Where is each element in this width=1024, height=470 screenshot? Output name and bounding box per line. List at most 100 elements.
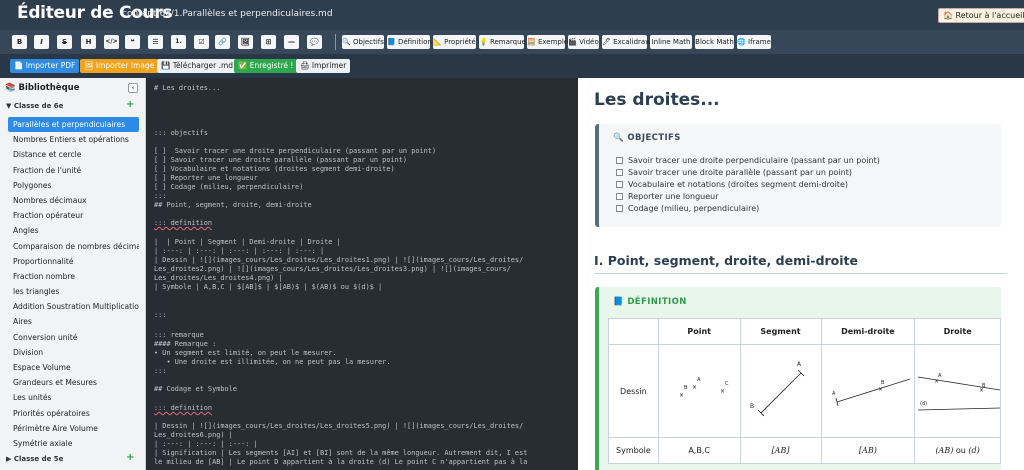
- class-5e-header[interactable]: ▶ Classe de 5e: [6, 455, 63, 463]
- fig-label: A: [697, 377, 701, 383]
- objective-item: Savoir tracer une droite perpendiculaire…: [616, 156, 880, 165]
- editor-line: ## Codage et Symbole: [154, 385, 237, 393]
- editor-line: #### Remarque :: [154, 340, 217, 348]
- fig-label: B: [982, 383, 986, 389]
- add-lesson-5e-button[interactable]: +: [126, 452, 134, 463]
- table-header: [608, 318, 659, 345]
- table-cell: [AB]: [739, 437, 822, 464]
- fig-label: A: [797, 361, 802, 368]
- fig-label: B: [881, 380, 885, 386]
- lesson-item[interactable]: Aires: [8, 314, 139, 329]
- table-header: Demi-droite: [820, 318, 916, 345]
- editor-line: le milieu de [AB] | Le point D appartien…: [154, 458, 528, 466]
- table-cell-text: ou: [955, 446, 966, 455]
- lesson-item[interactable]: Comparaison de nombres décima...: [8, 239, 139, 254]
- checkbox-icon[interactable]: [616, 193, 623, 200]
- lesson-item[interactable]: les triangles: [8, 284, 139, 299]
- editor-line: ::: definition: [154, 404, 213, 412]
- svg-text:×: ×: [878, 386, 883, 393]
- propriete-block-button[interactable]: 📐 Propriété: [433, 35, 476, 49]
- checkbox-icon[interactable]: [616, 205, 623, 212]
- lesson-item[interactable]: Addition Soustration Multiplicatio...: [8, 299, 139, 314]
- video-block-button[interactable]: 🎬 Vidéo: [568, 35, 599, 49]
- lesson-item[interactable]: Division: [8, 345, 139, 360]
- excalidraw-block-button[interactable]: 🖊 Excalidraw: [602, 35, 651, 49]
- lesson-item[interactable]: Proportionnalité: [8, 254, 139, 269]
- lesson-item[interactable]: Angles: [8, 223, 139, 238]
- definition-block-button[interactable]: 📘 Définition: [387, 35, 432, 49]
- lesson-item[interactable]: Priorités opératoires: [8, 406, 139, 421]
- checkbox-button[interactable]: ☑: [194, 35, 209, 49]
- objective-text: Vocabulaire et notations (droites segmen…: [628, 180, 848, 189]
- lesson-item[interactable]: Nombres décimaux: [8, 193, 139, 208]
- svg-text:×: ×: [720, 388, 725, 395]
- heading-button[interactable]: H: [81, 35, 96, 49]
- checkbox-icon[interactable]: [616, 181, 623, 188]
- exemple-block-button[interactable]: 🧮 Exemple: [527, 35, 568, 49]
- iframe-block-button[interactable]: 🌐 Iframe: [737, 35, 771, 49]
- lesson-item[interactable]: Distance et cercle: [8, 147, 139, 162]
- math-symbol: (d): [968, 446, 980, 455]
- image-button[interactable]: 🖼: [238, 35, 253, 49]
- editor-line: | :---: | :---: | :---: | :---: | :---: …: [154, 247, 325, 255]
- import-pdf-button[interactable]: 📄 Importer PDF: [10, 59, 80, 73]
- lesson-list: Parallèles et perpendiculaires Nombres E…: [8, 117, 139, 451]
- remarque-block-button[interactable]: 💡 Remarque: [479, 35, 526, 49]
- markdown-editor[interactable]: # Les droites... ::: objectifs [ ] Savoi…: [146, 78, 578, 470]
- saved-button[interactable]: ✅ Enregistré !: [234, 59, 298, 73]
- objective-item: Codage (milieu, perpendiculaire): [616, 204, 759, 213]
- file-path: content/6e/1.Parallèles et perpendiculai…: [122, 9, 333, 19]
- comment-button[interactable]: 💬: [307, 35, 322, 49]
- link-button[interactable]: 🔗: [215, 35, 230, 49]
- quote-button[interactable]: ❝: [125, 35, 140, 49]
- editor-line: :::: [154, 311, 167, 319]
- lesson-item[interactable]: Parallèles et perpendiculaires: [8, 117, 139, 133]
- lesson-item[interactable]: Polygones: [8, 178, 139, 193]
- class-6e-header[interactable]: ▼ Classe de 6e: [6, 102, 63, 110]
- editor-line: | Dessin | ![](images_cours/Les_droites/…: [154, 256, 524, 264]
- editor-line: • Un segment est limité, on peut le mesu…: [154, 349, 337, 357]
- lesson-item[interactable]: Périmètre Aire Volume: [8, 421, 139, 436]
- collapse-sidebar-button[interactable]: ‹: [128, 83, 138, 93]
- download-md-button[interactable]: 💾 Télécharger .md: [157, 59, 238, 73]
- italic-button[interactable]: I: [34, 35, 49, 49]
- bold-button[interactable]: B: [12, 35, 27, 49]
- point-figure: B × A × C ×: [657, 344, 741, 438]
- editor-line: Les_droites/Les_droites4.png) |: [154, 274, 283, 282]
- print-button[interactable]: 🖨 Imprimer: [296, 59, 351, 73]
- home-button[interactable]: 🏠 Retour à l'accueil: [938, 8, 1024, 23]
- editor-line: ## Point, segment, droite, demi-droite: [154, 201, 312, 209]
- objective-text: Savoir tracer une droite parallèle (pass…: [628, 168, 852, 177]
- hr-button[interactable]: —: [284, 35, 299, 49]
- lesson-item[interactable]: Fraction nombre: [8, 269, 139, 284]
- checkbox-icon[interactable]: [616, 157, 623, 164]
- lesson-item[interactable]: Espace Volume: [8, 360, 139, 375]
- table-button[interactable]: ⊞: [261, 35, 276, 49]
- lesson-item[interactable]: Nombres Entiers et opérations: [8, 132, 139, 147]
- block-math-button[interactable]: Block Math: [695, 35, 734, 49]
- editor-line: ::: definition: [154, 219, 213, 227]
- inline-math-button[interactable]: Inline Math: [650, 35, 692, 49]
- objective-item: Vocabulaire et notations (droites segmen…: [616, 180, 848, 189]
- strikethrough-button[interactable]: S: [57, 35, 72, 49]
- objectives-label: 🔍 OBJECTIFS: [613, 133, 681, 143]
- editor-line: | Dessin | ![](images_cours/Les_droites/…: [154, 422, 524, 430]
- definition-box: 📘 DÉFINITION Point Segment Demi-droite D…: [595, 287, 1001, 470]
- lesson-item[interactable]: Fraction opérateur: [8, 208, 139, 223]
- objectifs-block-button[interactable]: 🔍 Objectifs: [342, 35, 384, 49]
- bullet-list-button[interactable]: ☰: [148, 35, 163, 49]
- editor-line: [ ] Codage (milieu, perpendiculaire): [154, 183, 304, 191]
- checkbox-icon[interactable]: [616, 169, 623, 176]
- editor-line: [ ] Savoir tracer une droite perpendicul…: [154, 147, 437, 155]
- table-cell: A,B,C: [657, 437, 741, 464]
- numbered-list-button[interactable]: 1.: [171, 35, 186, 49]
- lesson-item[interactable]: Grandeurs et Mesures: [8, 375, 139, 390]
- add-lesson-6e-button[interactable]: +: [126, 99, 134, 110]
- lesson-item[interactable]: Symétrie axiale: [8, 436, 139, 451]
- lesson-item[interactable]: Les unités: [8, 390, 139, 405]
- lesson-item[interactable]: Fraction de l'unité: [8, 163, 139, 178]
- lesson-item[interactable]: Conversion unité: [8, 330, 139, 345]
- import-image-button[interactable]: 🖼 Importer Image: [80, 59, 159, 73]
- table-cell: Dessin: [608, 344, 659, 438]
- code-button[interactable]: </>: [104, 35, 119, 49]
